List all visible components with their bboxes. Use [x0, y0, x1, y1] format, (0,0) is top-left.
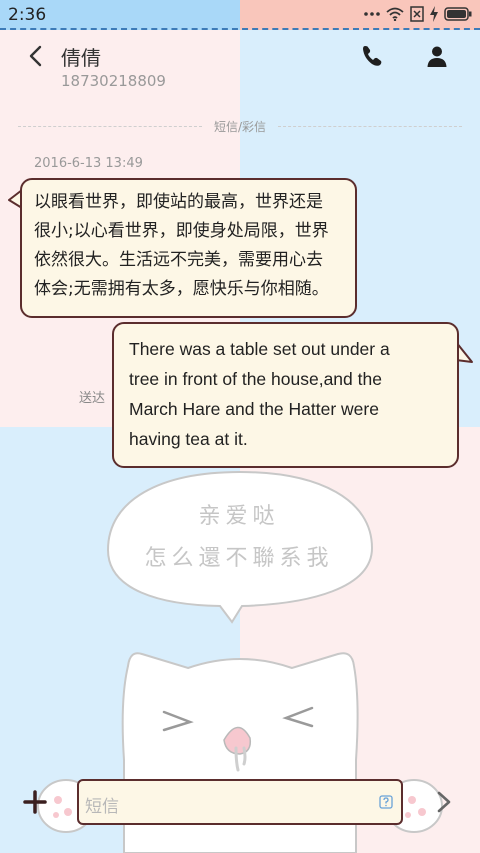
- back-icon[interactable]: [26, 44, 48, 68]
- add-icon[interactable]: [23, 790, 47, 814]
- message-line: March Hare and the Hatter were: [129, 399, 379, 419]
- send-icon[interactable]: [434, 790, 454, 814]
- status-time: 2:36: [8, 5, 47, 25]
- message-line: 依然很大。生活远不完美，需要用心去: [34, 250, 323, 270]
- wifi-icon: [386, 7, 404, 21]
- charging-icon: [430, 6, 438, 22]
- sim-icon: [410, 6, 424, 22]
- person-icon[interactable]: [425, 44, 449, 68]
- message-line: There was a table set out under a: [129, 339, 390, 359]
- contact-name: 倩倩: [61, 46, 101, 70]
- incoming-message-bubble[interactable]: 以眼看世界，即使站的最高，世界还是 很小;以心看世界，即使身处局限，世界 依然很…: [20, 178, 357, 318]
- message-line: 以眼看世界，即使站的最高，世界还是: [34, 192, 323, 212]
- message-line: 体会;无需拥有太多，愿快乐与你相随。: [34, 279, 329, 299]
- status-bar: 2:36: [0, 0, 480, 30]
- message-timestamp: 2016-6-13 13:49: [34, 156, 143, 171]
- conversation-header: 倩倩 18730218809: [0, 30, 480, 110]
- info-icon[interactable]: [379, 795, 393, 809]
- message-line: tree in front of the house,and the: [129, 369, 382, 389]
- delivery-status: 送达: [79, 391, 106, 406]
- dots-icon: [364, 12, 380, 16]
- message-line: having tea at it.: [129, 429, 248, 449]
- message-line: 很小;以心看世界，即使身处局限，世界: [34, 221, 329, 241]
- message-input-placeholder: 短信: [85, 797, 119, 817]
- message-type-label: 短信/彩信: [213, 120, 267, 134]
- wallpaper-text: 亲爱哒: [198, 504, 280, 529]
- outgoing-message-bubble[interactable]: There was a table set out under a tree i…: [112, 322, 459, 468]
- phone-icon[interactable]: [360, 44, 384, 68]
- message-input[interactable]: 短信: [77, 779, 403, 825]
- wallpaper-text: 怎么還不聯系我: [144, 546, 334, 571]
- battery-icon: [444, 7, 472, 21]
- contact-number: 18730218809: [61, 72, 166, 90]
